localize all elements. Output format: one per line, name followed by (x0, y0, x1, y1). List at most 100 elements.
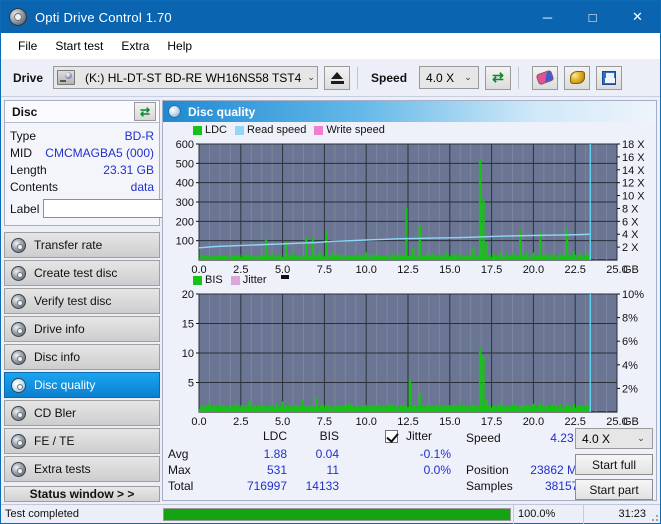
svg-text:15.0: 15.0 (439, 416, 460, 428)
svg-text:7.5: 7.5 (317, 416, 332, 428)
disc-label-row: Label (10, 198, 154, 219)
window-title: Opti Drive Control 1.70 (35, 10, 172, 25)
sidebar-item-drive-info[interactable]: Drive info (4, 316, 160, 342)
sidebar-item-transfer-rate[interactable]: Transfer rate (4, 232, 160, 258)
svg-text:20.0: 20.0 (523, 416, 544, 428)
menu-help[interactable]: Help (158, 36, 201, 56)
stats-speed-label: Speed (466, 431, 501, 445)
sidebar-item-verify-test-disc[interactable]: Verify test disc (4, 288, 160, 314)
erase-button[interactable] (532, 66, 558, 90)
svg-text:4%: 4% (622, 360, 638, 372)
svg-text:GB: GB (623, 264, 639, 276)
legend-read-speed: Read speed (235, 124, 306, 136)
svg-text:8 X: 8 X (622, 203, 639, 215)
stats-row-max: Max (168, 463, 191, 477)
svg-text:10%: 10% (622, 289, 644, 301)
sidebar-item-label: Create test disc (34, 266, 117, 280)
test-speed-value: 4.0 X (576, 432, 616, 446)
svg-text:2.5: 2.5 (233, 416, 248, 428)
charts-area: LDC Read speed Write speed 1002003004005… (163, 122, 656, 428)
sidebar-nav: Transfer rate Create test disc Verify te… (4, 232, 160, 482)
chevron-down-icon: ⌄ (307, 72, 315, 83)
menu-extra[interactable]: Extra (112, 36, 158, 56)
eject-icon (331, 72, 344, 84)
svg-text:5.0: 5.0 (275, 416, 290, 428)
menu-file[interactable]: File (9, 36, 46, 56)
menu-start-test[interactable]: Start test (46, 36, 112, 56)
main-panel-header: Disc quality (163, 101, 656, 122)
svg-text:2 X: 2 X (622, 242, 639, 254)
stats-jitter-max: 0.0% (389, 463, 451, 477)
svg-text:10.0: 10.0 (355, 264, 376, 276)
legend-bis-label: BIS (205, 274, 223, 286)
legend-jitter: Jitter (231, 274, 267, 286)
stats-col-ldc: LDC (243, 429, 287, 443)
sidebar-item-extra-tests[interactable]: Extra tests (4, 456, 160, 482)
legend-read-speed-label: Read speed (247, 124, 306, 136)
disc-panel: Disc ⇄ Type BD-R MID CMCMAGBA5 (000) Len… (4, 100, 160, 226)
sidebar-item-disc-info[interactable]: Disc info (4, 344, 160, 370)
drive-label: Drive (13, 71, 43, 85)
title-bar: Opti Drive Control 1.70 ─ □ ✕ (1, 1, 660, 33)
svg-text:100: 100 (176, 236, 194, 248)
stats-samples-label: Samples (466, 479, 513, 493)
stats-max-bis: 11 (299, 463, 339, 477)
bis-chart[interactable]: 51015202%4%6%8%10%0.02.55.07.510.012.515… (163, 288, 657, 428)
speed-select[interactable]: 4.0 X ⌄ (419, 66, 479, 89)
save-button[interactable] (596, 66, 622, 90)
sidebar-item-label: Extra tests (34, 462, 91, 476)
main-panel: Disc quality LDC Read speed Write spe (162, 100, 657, 501)
disc-tools-button[interactable] (564, 66, 590, 90)
sidebar-item-label: FE / TE (34, 434, 74, 448)
svg-text:18 X: 18 X (622, 139, 645, 151)
status-window-button[interactable]: Status window > > (4, 486, 160, 502)
ldc-chart[interactable]: 1002003004005006002 X4 X6 X8 X10 X12 X14… (163, 138, 657, 276)
svg-text:16 X: 16 X (622, 152, 645, 164)
stats-row-total: Total (168, 479, 193, 493)
sidebar-item-label: Verify test disc (34, 294, 111, 308)
svg-text:22.5: 22.5 (564, 264, 585, 276)
disc-row-length: Length 23.31 GB (10, 161, 154, 178)
refresh-button[interactable]: ⇄ (485, 66, 511, 90)
jitter-marker-icon (281, 275, 289, 279)
disc-icon (11, 406, 26, 421)
start-part-button[interactable]: Start part (575, 479, 653, 500)
disc-icon (11, 434, 26, 449)
svg-text:17.5: 17.5 (481, 264, 502, 276)
legend-write-speed: Write speed (314, 124, 385, 136)
minimize-button[interactable]: ─ (525, 1, 570, 33)
svg-text:7.5: 7.5 (317, 264, 332, 276)
svg-text:600: 600 (176, 139, 194, 151)
svg-text:500: 500 (176, 158, 194, 170)
legend-ldc: LDC (193, 124, 227, 136)
sidebar-item-disc-quality[interactable]: Disc quality (4, 372, 160, 398)
disc-quality-icon (168, 105, 181, 118)
disc-label-key: Label (10, 202, 39, 216)
legend-write-speed-label: Write speed (326, 124, 385, 136)
sidebar-item-cd-bler[interactable]: CD Bler (4, 400, 160, 426)
erase-icon (536, 70, 555, 86)
disc-icon (11, 238, 26, 253)
eject-button[interactable] (324, 66, 350, 90)
jitter-checkbox[interactable] (385, 430, 398, 443)
maximize-button[interactable]: □ (570, 1, 615, 33)
svg-text:200: 200 (176, 216, 194, 228)
test-speed-select[interactable]: 4.0 X ⌄ (575, 428, 653, 449)
refresh-disc-button[interactable]: ⇄ (134, 102, 156, 121)
svg-text:22.5: 22.5 (564, 416, 585, 428)
sidebar-item-label: Drive info (34, 322, 85, 336)
svg-text:5: 5 (188, 378, 194, 390)
stats-total-bis: 14133 (291, 479, 339, 493)
sidebar-item-create-test-disc[interactable]: Create test disc (4, 260, 160, 286)
resize-grip-icon[interactable] (648, 511, 658, 521)
refresh-icon: ⇄ (492, 69, 504, 86)
disc-panel-header: Disc ⇄ (5, 101, 159, 123)
drive-select[interactable]: (K:) HL-DT-ST BD-RE WH16NS58 TST4 ⌄ (53, 66, 318, 89)
start-full-button[interactable]: Start full (575, 454, 653, 475)
disc-icon (11, 322, 26, 337)
sidebar-item-fe-te[interactable]: FE / TE (4, 428, 160, 454)
svg-text:15.0: 15.0 (439, 264, 460, 276)
close-button[interactable]: ✕ (615, 1, 660, 33)
sidebar-item-label: CD Bler (34, 406, 76, 420)
chevron-down-icon: ⌄ (632, 433, 650, 444)
